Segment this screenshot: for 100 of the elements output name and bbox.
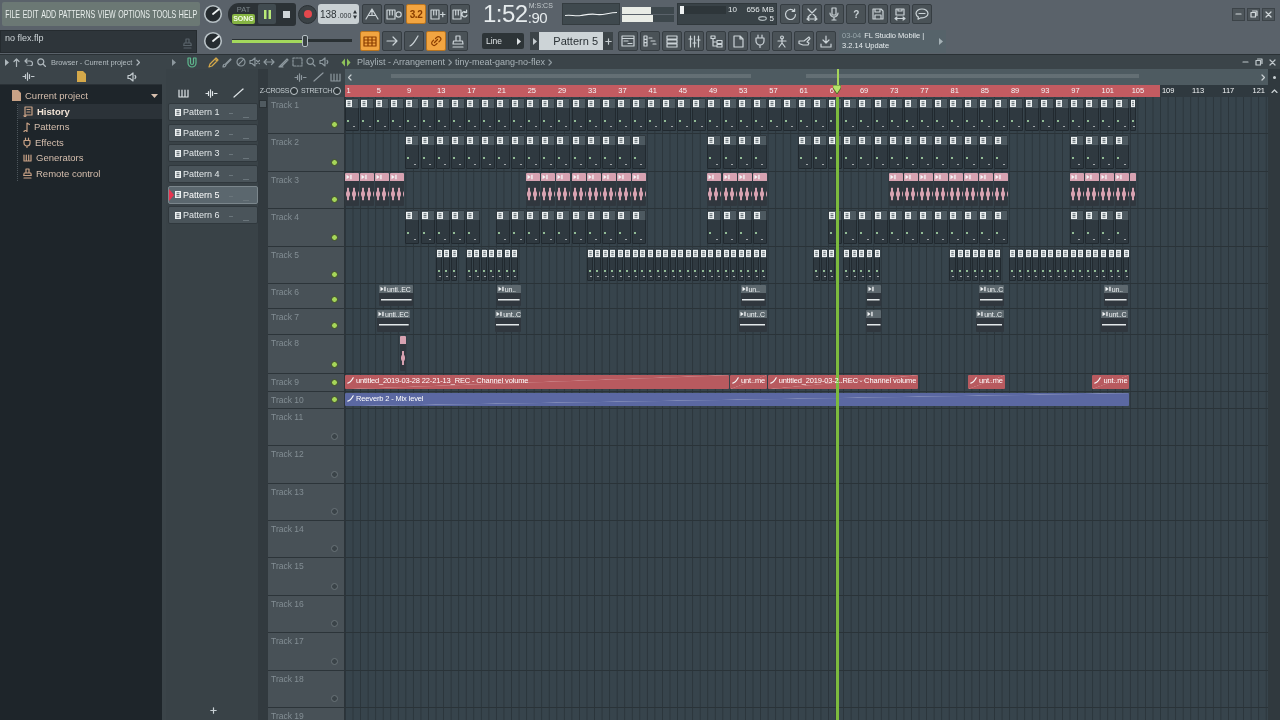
close-icon[interactable] — [1269, 58, 1276, 66]
pattern-clip[interactable] — [873, 98, 888, 131]
toolbar-button[interactable] — [816, 31, 836, 51]
pattern-clip[interactable] — [1016, 248, 1024, 281]
waveform-icon[interactable] — [22, 72, 35, 81]
pattern-clip[interactable] — [465, 210, 480, 244]
pattern-clip[interactable] — [971, 248, 979, 281]
pattern-clip[interactable] — [420, 135, 435, 169]
pattern-clip[interactable] — [511, 98, 526, 131]
pattern-clip[interactable] — [465, 248, 473, 281]
pattern-clip[interactable] — [1100, 98, 1115, 131]
pattern-clip[interactable] — [949, 135, 964, 169]
audio-clip[interactable] — [399, 336, 406, 371]
pattern-clip[interactable] — [541, 210, 556, 244]
pattern-clip[interactable] — [616, 210, 631, 244]
arrangement-name[interactable]: tiny-meat-gang-no-flex — [455, 57, 546, 67]
volume-knob[interactable] — [203, 4, 223, 24]
pattern-clip[interactable] — [465, 98, 480, 131]
audio-clip[interactable] — [571, 173, 586, 206]
pattern-clip[interactable] — [979, 98, 994, 131]
pattern-clip[interactable] — [964, 135, 979, 169]
restore-button[interactable] — [1247, 7, 1260, 21]
checkbox[interactable] — [290, 87, 299, 95]
pattern-clip[interactable] — [677, 98, 692, 131]
pattern-clip[interactable] — [828, 248, 835, 281]
magnifier-icon[interactable] — [306, 57, 316, 67]
pattern-clip[interactable] — [450, 135, 465, 169]
audio-clip[interactable] — [360, 173, 375, 206]
pattern-clip[interactable] — [435, 248, 443, 281]
pattern-clip[interactable] — [1115, 248, 1122, 281]
tree-item[interactable]: Generators — [18, 150, 162, 166]
menu-item[interactable]: ADD — [41, 8, 57, 20]
pattern-clip[interactable] — [405, 210, 420, 244]
audio-clip[interactable] — [586, 173, 601, 206]
triangle-icon[interactable] — [172, 58, 176, 66]
menu-item[interactable]: PATTERNS — [58, 8, 96, 20]
toolbar-button[interactable] — [750, 31, 770, 51]
pattern-clip[interactable] — [511, 248, 518, 281]
speaker-icon[interactable] — [319, 57, 330, 67]
pattern-clip[interactable] — [737, 98, 752, 131]
pattern-clip[interactable] — [752, 98, 767, 131]
pattern-clip[interactable] — [1122, 248, 1130, 281]
pattern-clip[interactable] — [707, 98, 722, 131]
pattern-clip[interactable] — [767, 98, 782, 131]
pattern-clip[interactable] — [631, 210, 646, 244]
menu-item[interactable]: TOOLS — [152, 8, 177, 20]
pattern-clip[interactable] — [435, 98, 450, 131]
pattern-clip[interactable] — [480, 135, 495, 169]
pattern-clip[interactable] — [692, 98, 707, 131]
chevron-right-icon[interactable] — [136, 58, 141, 66]
pattern-clip[interactable] — [450, 248, 458, 281]
pattern-clip[interactable] — [556, 210, 571, 244]
pattern-clip[interactable] — [1115, 210, 1130, 244]
double-arrow-icon[interactable] — [263, 58, 275, 66]
toolbar-button[interactable] — [662, 31, 682, 51]
pattern-clip[interactable] — [1069, 210, 1084, 244]
pattern-clip[interactable] — [949, 248, 956, 281]
audio-clip[interactable] — [949, 173, 964, 206]
pattern-clip[interactable] — [405, 135, 420, 169]
pattern-clip[interactable] — [707, 210, 722, 244]
led-icon[interactable] — [331, 234, 338, 241]
audio-clip[interactable] — [345, 173, 360, 206]
pattern-clip[interactable] — [360, 98, 375, 131]
save-button[interactable] — [868, 4, 888, 24]
audio-clip[interactable] — [933, 173, 948, 206]
pattern-clip[interactable] — [843, 248, 850, 281]
pattern-clip[interactable] — [918, 98, 933, 131]
toolbar-button[interactable] — [618, 31, 638, 51]
pencil-icon[interactable] — [208, 56, 219, 68]
pattern-clip[interactable] — [979, 210, 994, 244]
audio-clip[interactable] — [888, 173, 903, 206]
led-icon[interactable] — [331, 121, 338, 128]
pattern-clip[interactable] — [858, 98, 873, 131]
pattern-clip[interactable] — [496, 98, 511, 131]
pattern-clip[interactable] — [541, 98, 556, 131]
pattern-clip[interactable] — [813, 248, 820, 281]
pattern-clip[interactable] — [1130, 98, 1136, 131]
toolbar-button[interactable] — [404, 31, 424, 51]
mute-icon[interactable] — [249, 57, 260, 67]
pattern-clip[interactable] — [601, 135, 616, 169]
pattern-clip[interactable] — [616, 98, 631, 131]
toolbar-button[interactable] — [640, 31, 660, 51]
pattern-clip[interactable] — [662, 248, 669, 281]
pattern-clip[interactable] — [601, 210, 616, 244]
pattern-clip[interactable] — [639, 248, 646, 281]
audio-clip[interactable] — [1115, 173, 1130, 206]
track-header[interactable]: Track 15 — [268, 558, 345, 596]
pattern-clip[interactable] — [662, 98, 677, 131]
audio-clip[interactable] — [866, 285, 881, 306]
pattern-clip[interactable] — [843, 135, 858, 169]
pattern-clip[interactable] — [964, 98, 979, 131]
pattern-clip[interactable] — [933, 135, 948, 169]
audio-clip[interactable] — [722, 173, 737, 206]
pattern-clip[interactable] — [654, 248, 662, 281]
pattern-clip[interactable] — [1009, 98, 1024, 131]
chevron-up-icon[interactable] — [1270, 89, 1278, 93]
pattern-selector[interactable]: Pattern 5 — [539, 32, 603, 50]
up-arrow-icon[interactable] — [13, 57, 20, 67]
checkbox[interactable] — [333, 87, 341, 95]
pattern-clip[interactable] — [979, 135, 994, 169]
